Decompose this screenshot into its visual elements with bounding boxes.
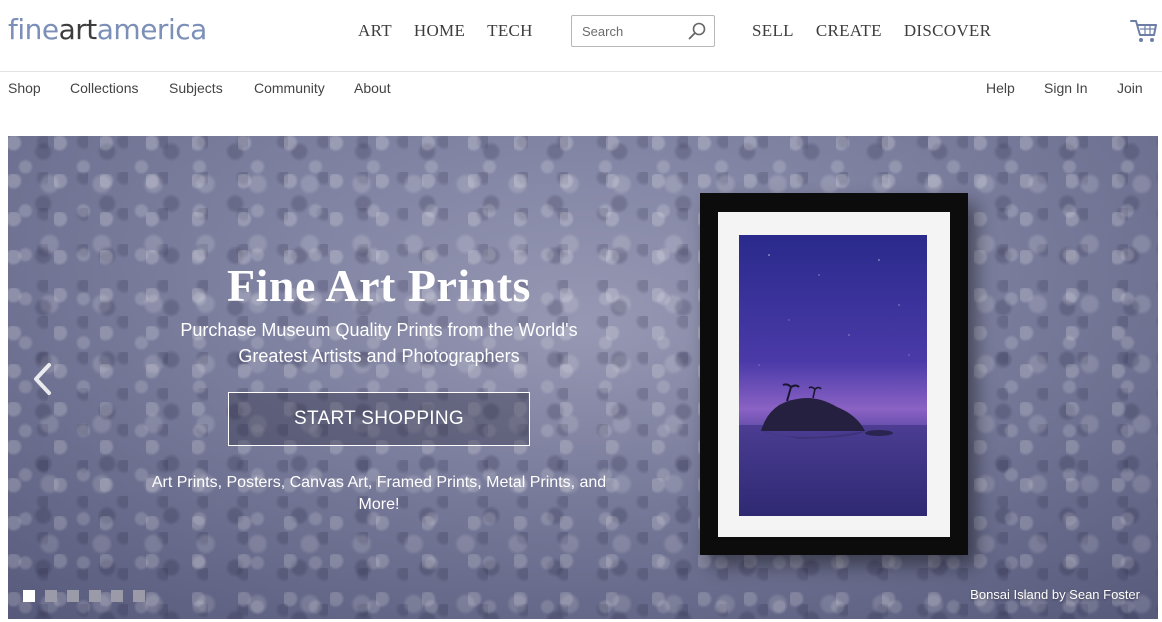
nav-sell[interactable]: SELL [752, 20, 794, 42]
primary-nav-left: ART HOME TECH [358, 20, 555, 42]
hero-product-list: Art Prints, Posters, Canvas Art, Framed … [138, 472, 620, 516]
carousel-dot-2[interactable] [45, 590, 57, 602]
subnav-sign-in[interactable]: Sign In [1044, 80, 1088, 96]
nav-home[interactable]: HOME [414, 20, 465, 42]
hero-carousel: Fine Art Prints Purchase Museum Quality … [8, 136, 1158, 619]
nav-discover[interactable]: DISCOVER [904, 20, 991, 42]
carousel-dot-4[interactable] [89, 590, 101, 602]
search-box [571, 15, 715, 47]
carousel-dot-5[interactable] [111, 590, 123, 602]
subnav-join[interactable]: Join [1117, 80, 1143, 96]
hero-subtitle-line-1: Purchase Museum Quality Prints from the … [180, 320, 578, 340]
hero-product-list-line-1: Art Prints, Posters, Canvas Art, Framed … [151, 474, 607, 491]
carousel-dot-6[interactable] [133, 590, 145, 602]
artwork-caption[interactable]: Bonsai Island by Sean Foster [970, 587, 1140, 602]
subnav-about[interactable]: About [354, 80, 391, 96]
nav-create[interactable]: CREATE [816, 20, 882, 42]
artwork-image [739, 235, 927, 516]
logo-part-america: america [96, 13, 208, 46]
hero-product-list-line-2: More! [358, 496, 400, 513]
top-header: fineartamerica ART HOME TECH SELL CREATE… [0, 0, 1162, 72]
framed-artwork[interactable] [700, 193, 968, 555]
hero-subtitle: Purchase Museum Quality Prints from the … [148, 317, 610, 369]
artwork-mat [718, 212, 950, 537]
subnav-subjects[interactable]: Subjects [169, 80, 223, 96]
nav-tech[interactable]: TECH [487, 20, 533, 42]
carousel-indicators [23, 590, 145, 602]
search-input[interactable] [582, 22, 686, 40]
start-shopping-button[interactable]: START SHOPPING [228, 392, 530, 446]
carousel-dot-3[interactable] [67, 590, 79, 602]
subnav-collections[interactable]: Collections [70, 80, 138, 96]
nav-art[interactable]: ART [358, 20, 392, 42]
search-icon[interactable] [687, 21, 707, 41]
logo-part-art: art [58, 13, 98, 46]
logo-part-fine: fine [8, 13, 59, 46]
hero-title: Fine Art Prints [227, 260, 531, 311]
primary-nav-right: SELL CREATE DISCOVER [752, 20, 1013, 42]
subnav-shop[interactable]: Shop [8, 80, 41, 96]
carousel-dot-1[interactable] [23, 590, 35, 602]
subnav-community[interactable]: Community [254, 80, 325, 96]
site-logo[interactable]: fineartamerica [8, 12, 207, 48]
secondary-nav: Shop Collections Subjects Community Abou… [0, 72, 1162, 104]
chevron-left-icon[interactable] [32, 362, 54, 396]
subnav-help[interactable]: Help [986, 80, 1015, 96]
hero-subtitle-line-2: Greatest Artists and Photographers [238, 346, 520, 366]
cart-icon[interactable] [1130, 18, 1158, 44]
